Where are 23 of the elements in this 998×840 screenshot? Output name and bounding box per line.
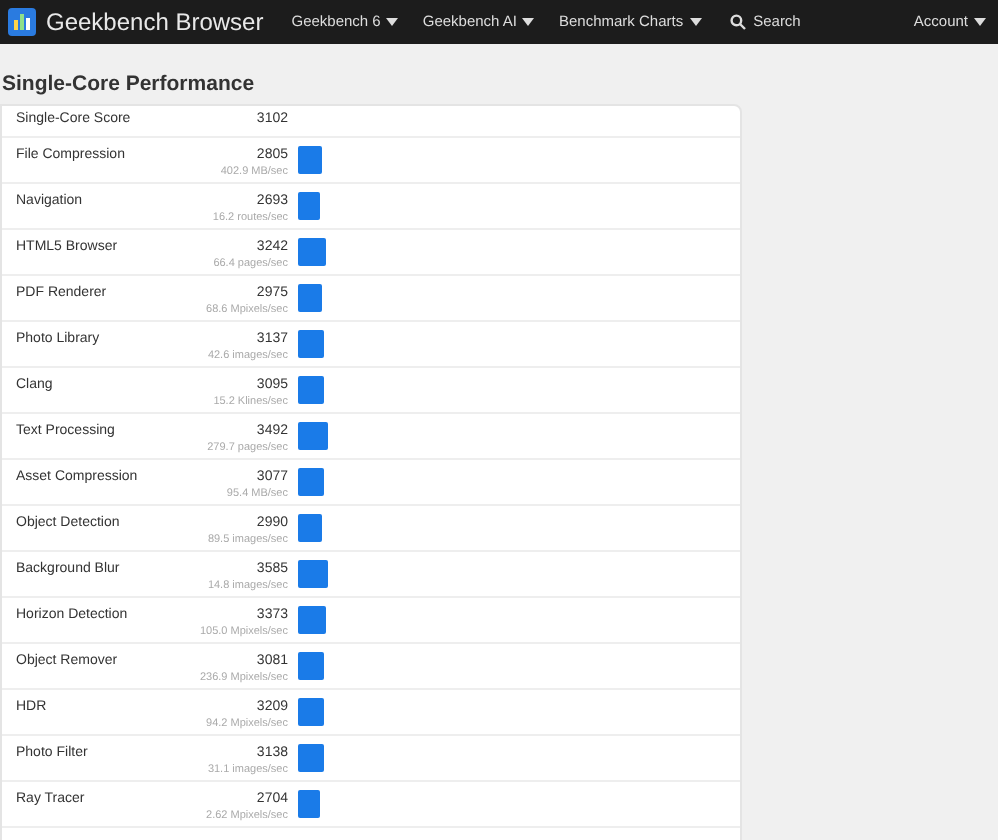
section-heading: Single-Core Performance: [2, 70, 257, 100]
score-bar: [298, 744, 325, 772]
caret-icon: [689, 18, 702, 26]
score-bar: [298, 514, 323, 542]
score-bar: [298, 698, 325, 726]
score-bar: [298, 238, 325, 266]
caret-icon: [974, 18, 986, 26]
score-bar: [298, 652, 324, 680]
score-bar: [298, 146, 322, 174]
score-bar: [298, 330, 325, 358]
score-bar: [298, 192, 321, 220]
score-bar: [298, 560, 328, 588]
score-bar: [298, 790, 321, 818]
score-bar: [298, 376, 324, 404]
caret-icon: [386, 18, 399, 26]
search-icon: [729, 14, 746, 30]
logo-icon: [8, 8, 36, 36]
score-bar: [298, 422, 328, 450]
score-bar: [298, 284, 323, 312]
score-bar: [298, 606, 327, 634]
brand-link[interactable]: Geekbench Browser: [46, 4, 264, 40]
caret-icon: [522, 18, 535, 26]
score-bar: [298, 468, 324, 496]
